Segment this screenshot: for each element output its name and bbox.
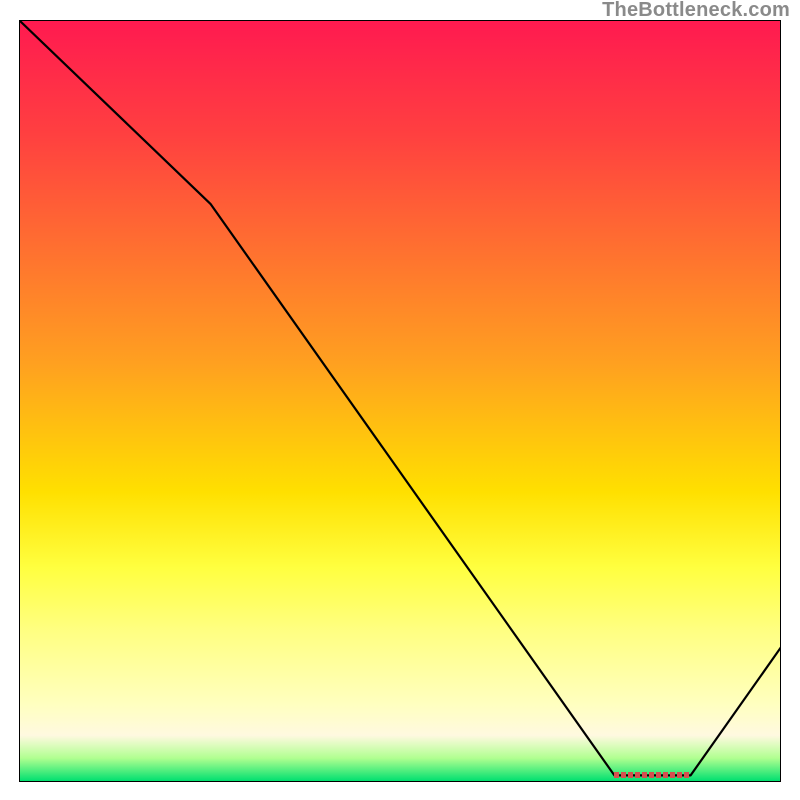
chart-container: TheBottleneck.com [0,0,800,800]
watermark-text: TheBottleneck.com [602,0,790,20]
line-curve [20,21,781,782]
highlight-segment [614,772,690,778]
curve-path [20,21,781,775]
plot-area [19,20,781,782]
